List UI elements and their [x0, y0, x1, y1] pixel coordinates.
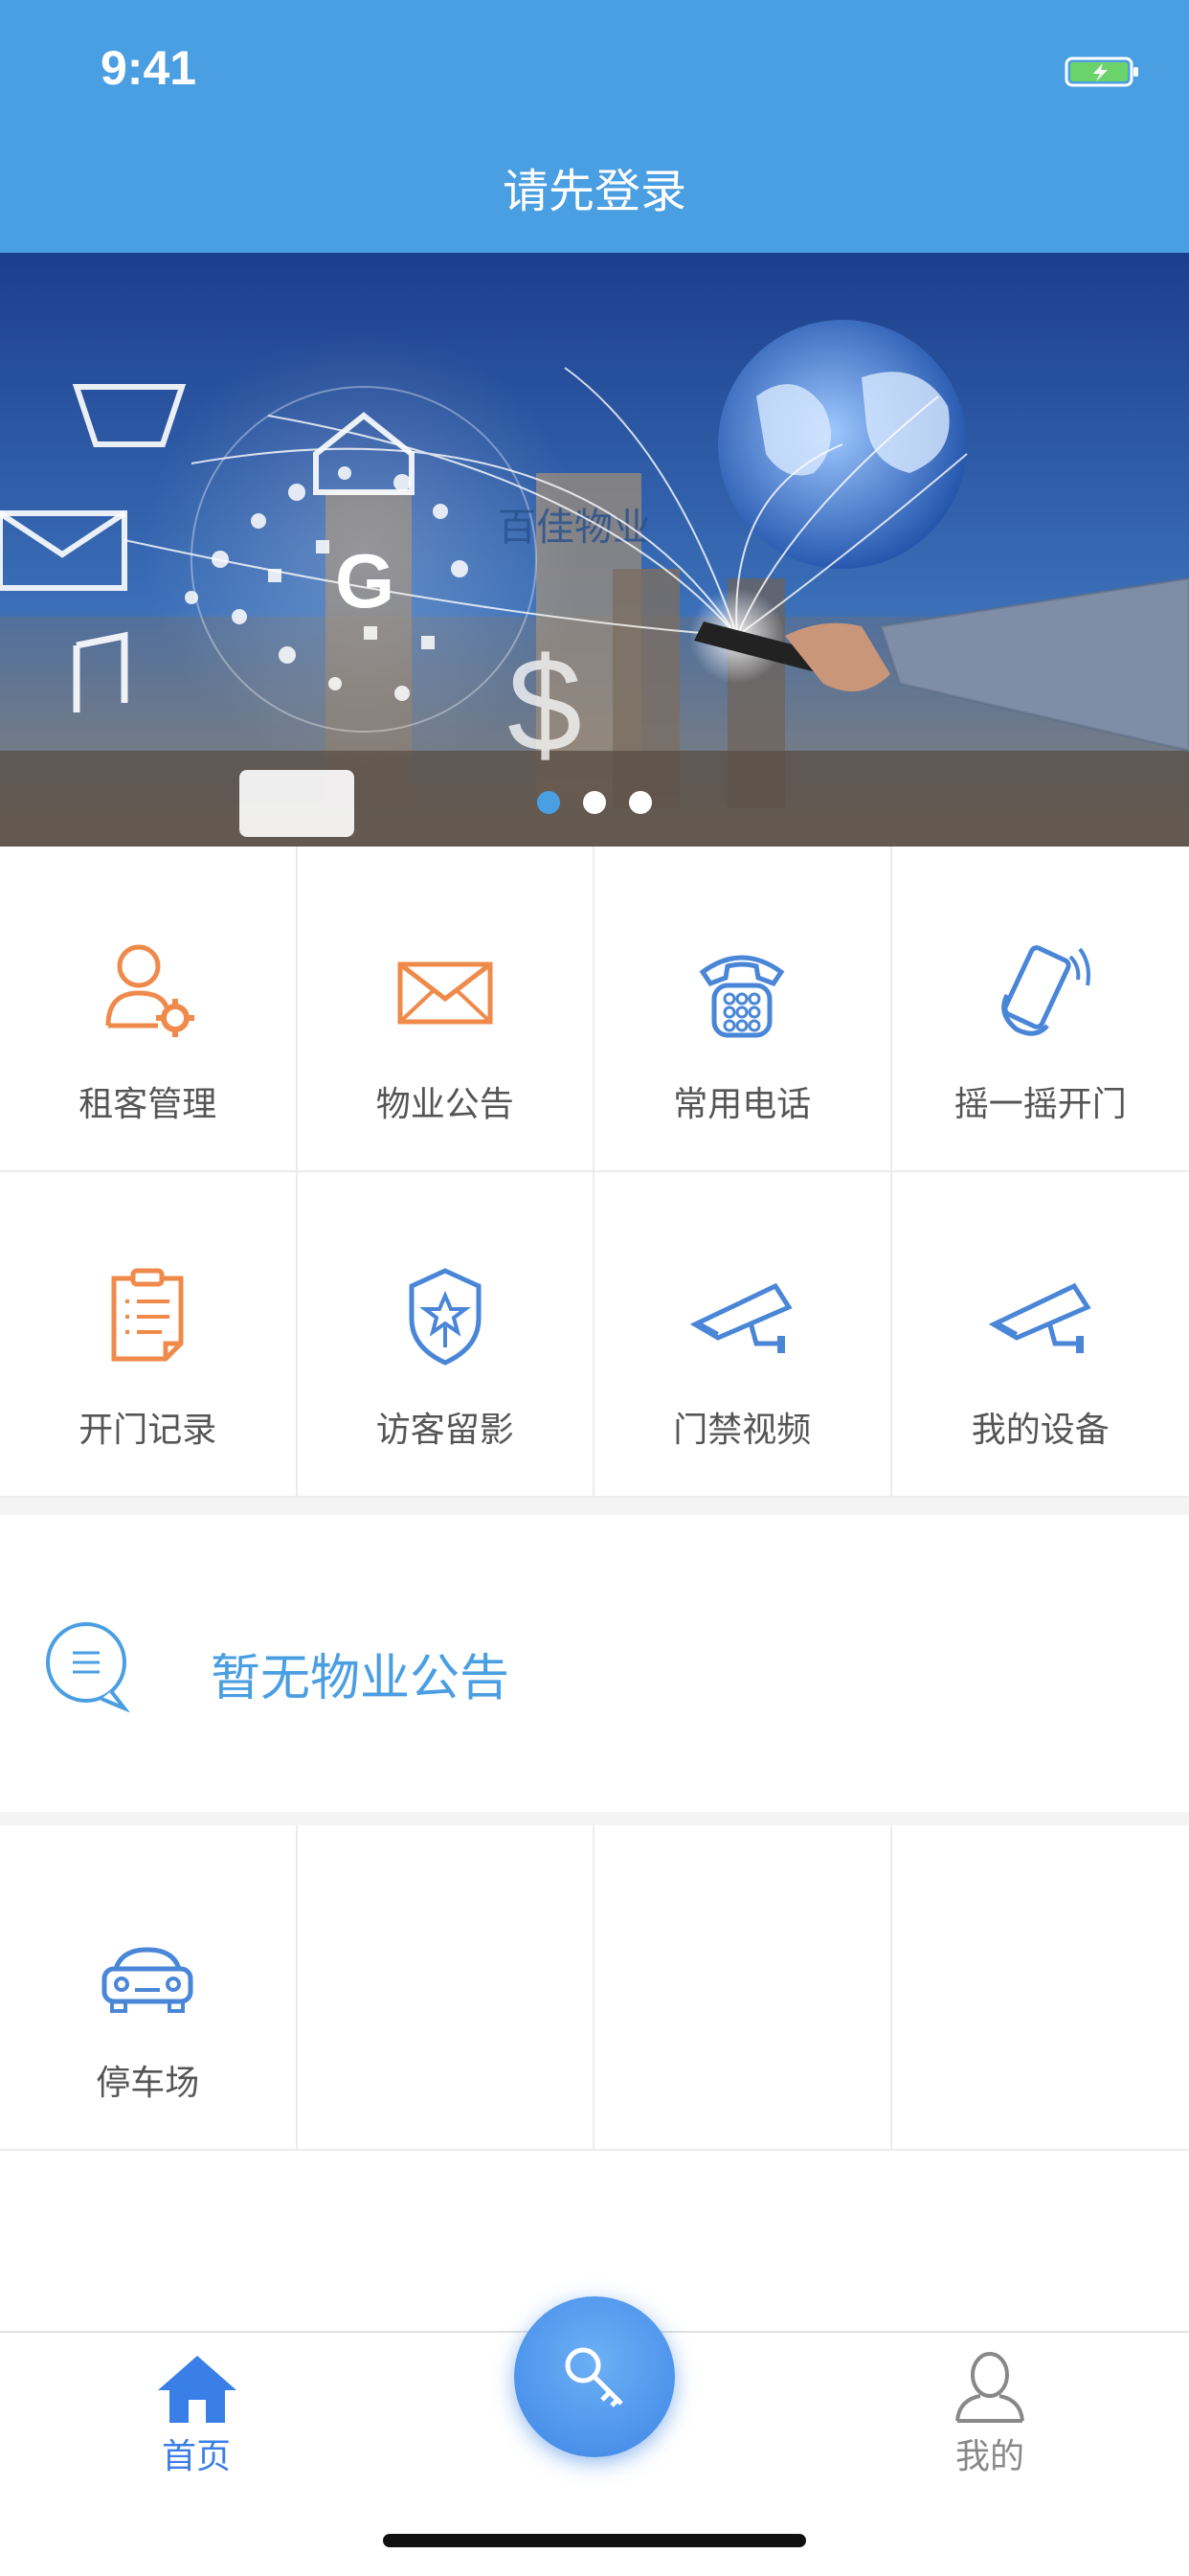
menu-item-label: 常用电话: [594, 1076, 890, 1126]
menu-item-label: 我的设备: [892, 1402, 1189, 1452]
envelope-icon: [393, 938, 498, 1043]
notice-text: 暂无物业公告: [211, 1638, 509, 1709]
menu-item-tenant-management[interactable]: 租客管理: [0, 847, 298, 1172]
menu-item-parking[interactable]: 停车场: [0, 1825, 298, 2151]
menu-item-property-notice[interactable]: 物业公告: [298, 847, 595, 1172]
tab-home-label: 首页: [101, 2429, 292, 2478]
banner-carousel[interactable]: G $ 百佳物业: [0, 253, 1189, 847]
user-icon: [953, 2352, 1026, 2429]
svg-text:$: $: [507, 629, 582, 780]
carousel-indicator[interactable]: [0, 791, 1189, 818]
page-title[interactable]: 请先登录: [0, 153, 1189, 220]
menu-item-label: 摇一摇开门: [892, 1076, 1189, 1126]
empty-cell: [298, 1825, 595, 2151]
clipboard-icon: [95, 1263, 200, 1368]
carousel-dot-2[interactable]: [583, 791, 606, 814]
tab-mine-label: 我的: [894, 2429, 1086, 2478]
section-divider: [0, 1812, 1189, 1825]
menu-item-visitor-photo[interactable]: 访客留影: [298, 1172, 595, 1498]
menu-item-label: 物业公告: [298, 1076, 594, 1126]
menu-item-label: 访客留影: [298, 1402, 594, 1452]
tab-mine[interactable]: 我的: [894, 2333, 1086, 2486]
empty-cell: [892, 1825, 1189, 2151]
menu-item-label: 开门记录: [0, 1402, 296, 1452]
chat-bubble-icon: [44, 1620, 130, 1716]
menu-item-common-phone[interactable]: 常用电话: [594, 847, 892, 1172]
menu-item-shake-open[interactable]: 摇一摇开门: [892, 847, 1189, 1172]
carousel-dot-1[interactable]: [537, 791, 560, 814]
menu-item-door-records[interactable]: 开门记录: [0, 1172, 298, 1498]
notice-bar[interactable]: 暂无物业公告: [0, 1515, 1189, 1812]
svg-text:G: G: [335, 538, 394, 623]
banner-image: G $ 百佳物业: [0, 253, 1189, 847]
extra-grid: 停车场: [0, 1825, 1189, 2151]
tenant-icon: [95, 938, 200, 1043]
car-icon: [95, 1931, 200, 2036]
section-divider: [0, 1498, 1189, 1515]
service-grid: 租客管理 物业公告 常用电话: [0, 847, 1189, 1498]
header: 9:41 请先登录: [0, 0, 1189, 253]
key-icon: [556, 2339, 633, 2419]
menu-item-label: 门禁视频: [594, 1402, 890, 1452]
shake-phone-icon: [988, 938, 1093, 1043]
menu-item-label: 停车场: [0, 2055, 296, 2105]
tab-home[interactable]: 首页: [101, 2333, 292, 2486]
menu-item-label: 租客管理: [0, 1076, 296, 1126]
camera-icon: [988, 1263, 1093, 1368]
status-time: 9:41: [101, 40, 196, 96]
shield-icon: [393, 1263, 498, 1368]
battery-icon: [1065, 56, 1141, 92]
phone-icon: [689, 938, 795, 1043]
unlock-key-button[interactable]: [514, 2296, 675, 2457]
empty-cell: [594, 1825, 892, 2151]
camera-icon: [689, 1263, 795, 1368]
home-icon: [156, 2352, 238, 2429]
carousel-dot-3[interactable]: [629, 791, 652, 814]
menu-item-access-video[interactable]: 门禁视频: [594, 1172, 892, 1498]
home-indicator: [383, 2534, 806, 2547]
menu-item-my-devices[interactable]: 我的设备: [892, 1172, 1189, 1498]
